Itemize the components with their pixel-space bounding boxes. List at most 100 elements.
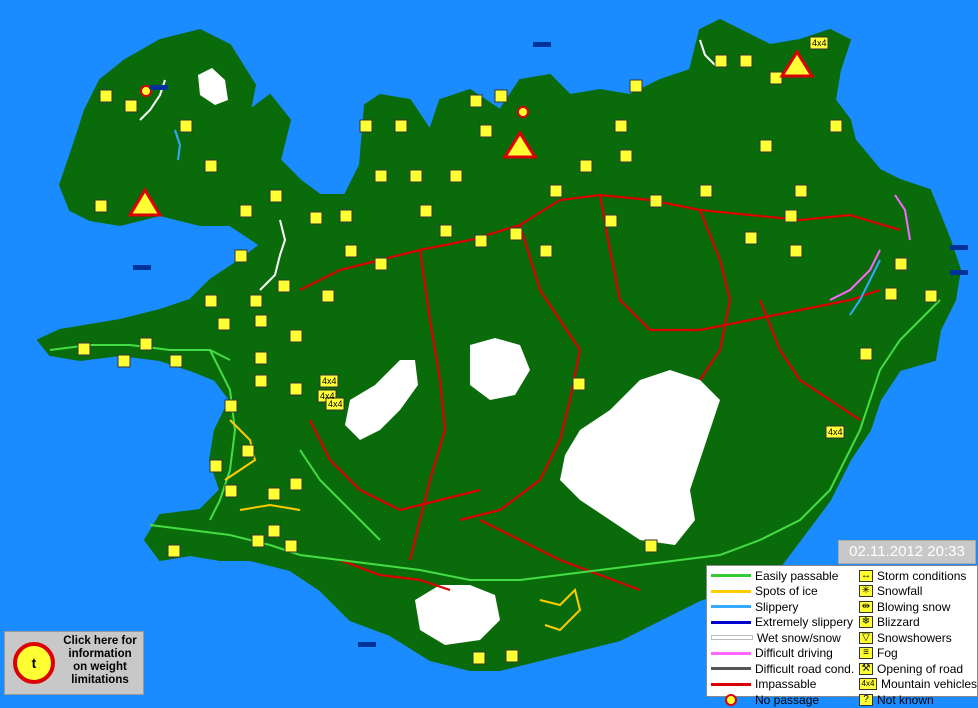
blizzard-marker [649, 194, 663, 208]
blizzard-marker [884, 287, 898, 301]
blizzard-marker [419, 204, 433, 218]
legend-label: Opening of road [877, 661, 964, 676]
blizzard-marker [344, 244, 358, 258]
snowshowers-marker [139, 337, 153, 351]
legend-item: Difficult road cond. [711, 661, 861, 677]
blizzard-marker [277, 279, 291, 293]
blowing-snow-icon: ⇹ [859, 600, 873, 613]
ferry-icon [150, 85, 168, 90]
blizzard-marker [339, 209, 353, 223]
snowshowers-marker [289, 382, 303, 396]
not-known-icon: ? [859, 693, 873, 706]
timestamp: 02.11.2012 20:33 [838, 540, 976, 564]
storm-marker [241, 444, 255, 458]
blowing-snow-marker [204, 294, 218, 308]
blizzard-marker [469, 94, 483, 108]
blizzard-marker [409, 169, 423, 183]
weight-line: information [68, 648, 132, 660]
weight-limitations-link[interactable]: t Click here for information on weight l… [4, 631, 144, 695]
blizzard-marker [614, 119, 628, 133]
blizzard-marker [549, 184, 563, 198]
legend-label: Fog [877, 646, 898, 661]
blowing-snow-marker [179, 119, 193, 133]
legend-item: ⇹ Blowing snow [859, 599, 977, 615]
legend-swatch [711, 574, 751, 578]
opening-road-marker [924, 289, 938, 303]
legend-item: Easily passable [711, 568, 861, 584]
no-passage-icon [140, 85, 152, 97]
storm-marker [267, 524, 281, 538]
blizzard-marker [204, 159, 218, 173]
legend-item: 4x4 Mountain vehicles [859, 677, 977, 693]
blizzard-marker [394, 119, 408, 133]
svg-text:t: t [32, 655, 37, 671]
blizzard-marker [239, 204, 253, 218]
legend-item: Impassable [711, 677, 861, 693]
blizzard-marker [439, 224, 453, 238]
blizzard-marker [769, 71, 783, 85]
legend-label: Blizzard [877, 615, 920, 630]
blizzard-marker [374, 169, 388, 183]
legend-item: ? Not known [859, 692, 977, 708]
legend-swatch [711, 682, 751, 686]
blizzard-icon: ❄ [859, 616, 873, 629]
blizzard-marker [494, 89, 508, 103]
legend-label: Easily passable [755, 568, 839, 583]
blowing-snow-marker [254, 314, 268, 328]
legend-item: Difficult driving [711, 646, 861, 662]
blizzard-marker [539, 244, 553, 258]
legend-item: Spots of ice [711, 584, 861, 600]
storm-marker [289, 477, 303, 491]
legend-item: Wet snow/snow [711, 630, 861, 646]
legend-item: ≡ Fog [859, 646, 977, 662]
blizzard-marker [739, 54, 753, 68]
ferry-icon [358, 642, 376, 647]
ferry-icon [950, 270, 968, 275]
ferry-icon [950, 245, 968, 250]
storm-marker [472, 651, 486, 665]
legend-item: Slippery [711, 599, 861, 615]
legend-label: Storm conditions [877, 568, 967, 583]
blowing-snow-marker [644, 539, 658, 553]
blizzard-marker [474, 234, 488, 248]
legend-label: Not known [877, 692, 934, 707]
legend-label: Snowshowers [877, 630, 952, 645]
legend-label: No passage [755, 692, 820, 707]
no-passage-icon [517, 106, 529, 118]
legend-item: No passage [711, 692, 861, 708]
no-passage-icon [711, 693, 751, 706]
storm-marker [284, 539, 298, 553]
storm-icon: ↔ [859, 569, 873, 582]
legend-road-conditions: Easily passable Spots of ice Slippery Extre… [711, 568, 861, 708]
blizzard-marker [699, 184, 713, 198]
legend-swatch [711, 620, 751, 624]
storm-marker [359, 119, 373, 133]
blizzard-marker [604, 214, 618, 228]
weight-line: on weight [73, 661, 127, 673]
mountain-vehicles-label: 4x4 [322, 376, 337, 386]
blowing-snow-marker [224, 399, 238, 413]
storm-marker [169, 354, 183, 368]
fog-icon: ≡ [859, 647, 873, 660]
blizzard-marker [759, 139, 773, 153]
snowshowers-icon: ▽ [859, 631, 873, 644]
storm-marker [77, 342, 91, 356]
mountain-vehicles-label: 4x4 [812, 38, 827, 48]
legend: Easily passable Spots of ice Slippery Extre… [706, 565, 978, 707]
weight-line: limitations [71, 674, 129, 686]
mountain-vehicles-label: 4x4 [328, 399, 343, 409]
legend-label: Spots of ice [755, 584, 818, 599]
legend-swatch [711, 635, 753, 641]
blizzard-marker [289, 329, 303, 343]
blizzard-marker [784, 209, 798, 223]
blowing-snow-marker [254, 374, 268, 388]
weight-limitations-text: Click here for information on weight lim… [59, 635, 141, 687]
blizzard-marker [321, 289, 335, 303]
legend-label: Extremely slippery [755, 615, 854, 630]
snowfall-icon: ✳ [859, 585, 873, 598]
legend-item: ✳ Snowfall [859, 584, 977, 600]
blizzard-marker [629, 79, 643, 93]
blizzard-marker [829, 119, 843, 133]
legend-label: Difficult road cond. [755, 661, 855, 676]
blizzard-marker [479, 124, 493, 138]
